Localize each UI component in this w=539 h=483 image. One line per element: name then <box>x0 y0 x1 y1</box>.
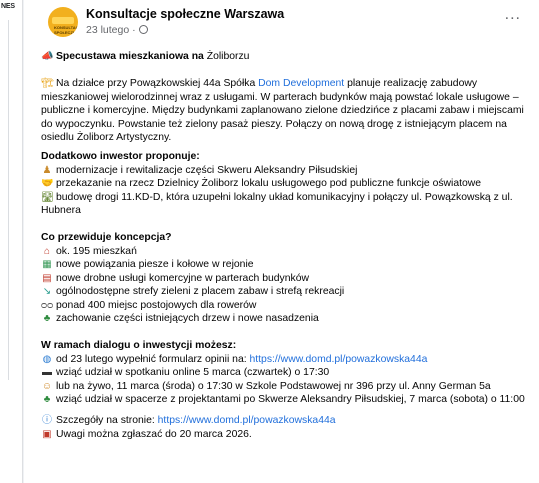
list-item: ▬ wziąć udział w spotkaniu online 5 marca… <box>42 367 330 379</box>
post-header: KONSULTACJE SPOŁECZNE Konsultacje społec… <box>34 0 529 44</box>
handshake-icon: 🤝 <box>41 178 54 190</box>
house-icon: ⌂ <box>43 245 51 257</box>
post-meta: 23 lutego · <box>86 24 148 36</box>
calendar-icon: ▣ <box>42 428 52 440</box>
left-sidebar-strip: NES <box>0 0 23 483</box>
list-item: ▤ nowe drobne usługi komercyjne w partera… <box>42 272 309 284</box>
post-card: KONSULTACJE SPOŁECZNE Konsultacje społec… <box>24 0 539 483</box>
list-item: ↘ ogólnodostępne strefy zieleni z placem … <box>42 286 345 298</box>
form-link[interactable]: https://www.domd.pl/powazkowska44a <box>250 354 428 365</box>
list-item: ♣ zachowanie części istniejących drzew i … <box>41 312 529 325</box>
post-body: 📣 Specustawa mieszkaniowa na Żoliborzu 🏗 N… <box>34 50 529 441</box>
section-investor-heading: Dodatkowo inwestor proponuje: <box>41 151 200 163</box>
page-name-link[interactable]: Konsultacje społeczne Warszawa <box>86 7 284 21</box>
people-icon: ☺ <box>41 380 53 392</box>
tree-icon: ♣ <box>43 312 51 324</box>
more-options-button[interactable]: ... <box>505 6 521 24</box>
sidebar-divider <box>8 20 9 380</box>
details-link[interactable]: https://www.domd.pl/powazkowska44a <box>158 415 336 426</box>
megaphone-icon: 📣 <box>41 51 54 62</box>
post-title: 📣 Specustawa mieszkaniowa na Żoliborzu <box>41 51 250 62</box>
sidebar-fragment-text: NES <box>1 3 15 10</box>
globe-icon <box>138 25 148 34</box>
list-item: ◍ od 23 lutego wypełnić formularz opinii … <box>42 353 428 365</box>
avatar-label: KONSULTACJE SPOŁECZNE <box>54 25 78 35</box>
dom-development-link[interactable]: Dom Development <box>258 78 344 89</box>
details-line: ⓘ Szczegóły na stronie: https://www.domd.… <box>42 415 336 427</box>
monument-icon: ♟ <box>42 164 52 176</box>
bicycle-icon: ᴑᴑ <box>41 299 54 311</box>
list-item: ♟ modernizacje i rewitalizacje części Skw… <box>42 164 358 176</box>
road-icon: 🛣 <box>41 191 54 203</box>
list-item: ᴑᴑ ponad 400 miejsc postojowych dla rower… <box>41 299 257 311</box>
road-network-icon: ▦ <box>42 259 52 271</box>
section-dialogue-heading: W ramach dialogu o inwestycji możesz: <box>41 340 237 352</box>
list-item: ♣ wziąć udział w spacerze z projektantami… <box>41 393 529 406</box>
list-item: 🤝 przekazanie na rzecz Dzielnicy Żoliborz… <box>41 178 482 190</box>
list-item: 🛣 budowę drogi 11.KD-D, która uzupełni lo… <box>41 191 513 217</box>
section-concept-heading: Co przewiduje koncepcja? <box>41 232 172 244</box>
globe-icon: ◍ <box>42 353 52 365</box>
tree-icon: ♣ <box>43 393 51 405</box>
deadline-line: ▣ Uwagi można zgłaszać do 20 marca 2026. <box>42 428 252 440</box>
shop-icon: ▤ <box>42 272 52 284</box>
info-icon: ⓘ <box>42 415 52 427</box>
intro-paragraph: 🏗 Na działce przy Powązkowskiej 44a Spółk… <box>41 78 524 144</box>
list-item: ▦ nowe powiązania piesze i kołowe w rejon… <box>42 259 254 271</box>
list-item: ☺ lub na żywo, 11 marca (środa) o 17:30 w… <box>41 380 491 392</box>
slide-icon: ↘ <box>42 286 52 298</box>
page-avatar[interactable]: KONSULTACJE SPOŁECZNE <box>48 7 78 37</box>
crane-icon: 🏗 <box>41 78 54 90</box>
post-date[interactable]: 23 lutego · <box>86 24 136 36</box>
list-item: ⌂ ok. 195 mieszkań <box>41 245 529 258</box>
laptop-icon: ▬ <box>42 367 52 379</box>
